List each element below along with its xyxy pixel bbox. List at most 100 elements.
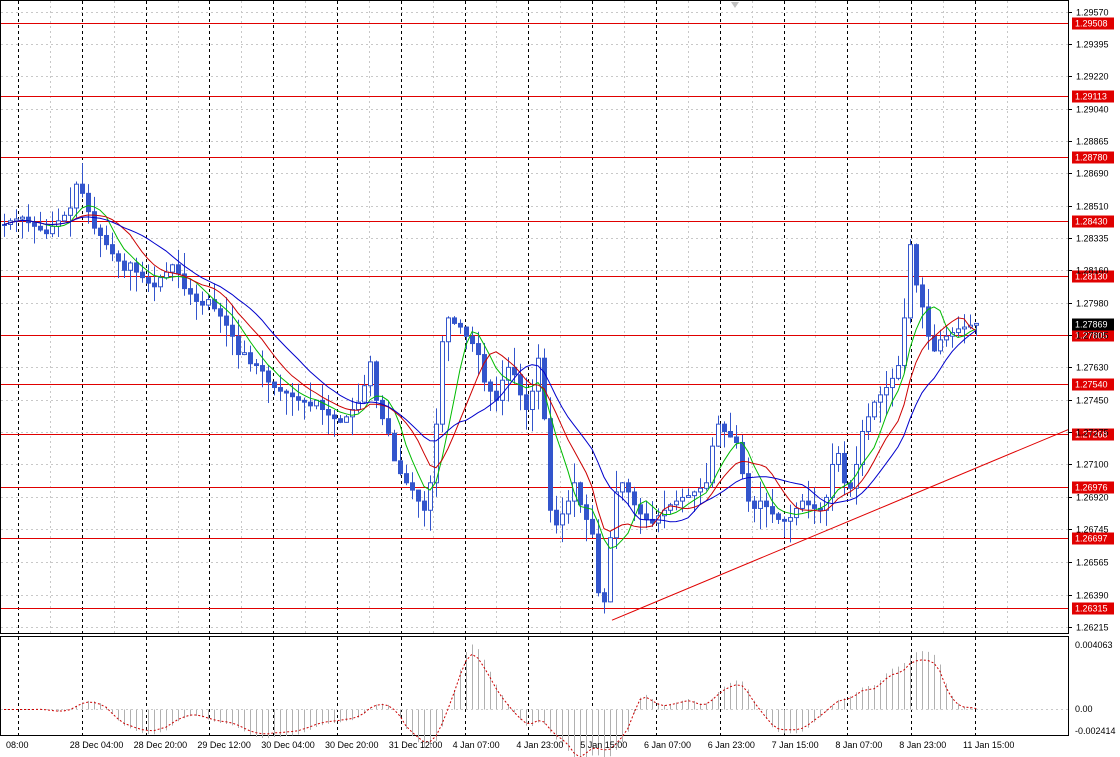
candle-body: [476, 343, 481, 356]
time-tick-label: 7 Jan 15:00: [772, 740, 819, 750]
candle-body: [362, 385, 367, 403]
candle-body: [806, 500, 811, 506]
candle-body: [704, 482, 709, 489]
candle-body: [248, 352, 253, 365]
price-tick-label: 1.27275: [1076, 428, 1109, 438]
candle-body: [962, 326, 967, 330]
candle-body: [866, 416, 871, 432]
osc-tick-bottom: -0.002414: [1075, 726, 1116, 736]
price-tick-label: 1.28865: [1076, 137, 1109, 147]
candle-body: [548, 418, 553, 511]
candle-body: [812, 504, 817, 509]
level-tag-label: 1.26697: [1075, 534, 1108, 544]
candle-body: [128, 262, 133, 271]
candle-body: [188, 288, 193, 295]
price-tick-label: 1.27450: [1076, 396, 1109, 406]
candle-body: [956, 328, 961, 334]
candle-body: [710, 445, 715, 484]
candle-body: [164, 271, 169, 279]
time-tick-label: 28 Dec 04:00: [70, 740, 124, 750]
candle-body: [122, 260, 127, 271]
candle-body: [884, 387, 889, 396]
candle-body: [692, 491, 697, 497]
price-tick-label: 1.26745: [1076, 525, 1109, 535]
time-tick-label: 6 Jan 07:00: [644, 740, 691, 750]
candle-body: [938, 339, 943, 352]
candle-body: [728, 430, 733, 438]
candle-body: [908, 244, 913, 319]
candle-body: [224, 315, 229, 326]
candle-body: [644, 513, 649, 520]
time-tick-label: 4 Jan 23:00: [516, 740, 563, 750]
candle-body: [764, 500, 769, 508]
candle-body: [782, 518, 787, 522]
candle-body: [890, 377, 895, 389]
price-tick-label: 1.26920: [1076, 493, 1109, 503]
candle-body: [422, 500, 427, 511]
level-tag-label: 1.29113: [1075, 92, 1107, 102]
time-tick-label: 08:00: [6, 740, 29, 750]
candle-body: [836, 452, 841, 465]
time-tick-label: 6 Jan 23:00: [708, 740, 755, 750]
candle-body: [794, 507, 799, 519]
time-tick-label: 30 Dec 04:00: [261, 740, 315, 750]
candle-body: [554, 509, 559, 526]
price-tick-label: 1.28510: [1076, 202, 1109, 212]
candle-body: [308, 401, 313, 407]
level-tag-label: 1.29508: [1075, 19, 1108, 29]
candle-body: [272, 381, 277, 389]
candle-body: [926, 306, 931, 337]
candle-body: [20, 216, 25, 220]
candle-body: [194, 293, 199, 302]
candle-body: [770, 506, 775, 515]
price-tick-label: 1.28690: [1076, 169, 1109, 179]
candle-body: [380, 399, 385, 420]
candle-body: [578, 482, 583, 506]
candle-body: [458, 322, 463, 328]
time-axis: 08:00 28 Dec 04:00 28 Dec 20:00 29 Dec 12:0…: [6, 740, 1014, 750]
candle-body: [62, 214, 67, 222]
price-tick-label: 1.27980: [1076, 299, 1109, 309]
candle-body: [734, 436, 739, 443]
candle-body: [680, 496, 685, 502]
candle-body: [392, 432, 397, 462]
candle-body: [470, 335, 475, 345]
price-tick-label: 1.26565: [1076, 558, 1109, 568]
price-tick-label: 1.28160: [1076, 266, 1109, 276]
price-tick-label: 1.29040: [1076, 105, 1109, 115]
candle-body: [500, 379, 505, 401]
candle-body: [632, 491, 637, 506]
candle-body: [44, 229, 49, 235]
candle-body: [236, 335, 241, 356]
level-tag-label: 1.26976: [1075, 483, 1108, 493]
candle-body: [524, 394, 529, 411]
candle-body: [302, 399, 307, 403]
price-chart[interactable]: 1.295081.291131.287801.284301.281301.278…: [0, 0, 1120, 757]
candle-body: [974, 322, 979, 326]
level-tag-label: 1.26315: [1075, 604, 1108, 614]
candle-body: [590, 518, 595, 535]
level-tag-label: 1.28780: [1075, 153, 1108, 163]
candle-body: [620, 482, 625, 493]
candle-body: [776, 513, 781, 520]
candle-body: [686, 495, 691, 498]
price-tick-label: 1.29570: [1076, 8, 1109, 18]
candle-body: [788, 517, 793, 522]
time-tick-label: 4 Jan 07:00: [453, 740, 500, 750]
candle-body: [374, 361, 379, 401]
time-tick-label: 8 Jan 23:00: [899, 740, 946, 750]
candle-body: [218, 308, 223, 317]
candle-body: [32, 222, 37, 227]
candle-body: [86, 192, 91, 213]
candle-body: [914, 244, 919, 286]
candle-body: [464, 326, 469, 337]
candle-body: [626, 482, 631, 493]
candle-body: [902, 317, 907, 367]
candle-body: [752, 500, 757, 509]
osc-tick-zero: 0.00: [1075, 704, 1093, 714]
candle-body: [80, 183, 85, 194]
candle-body: [830, 463, 835, 498]
candle-body: [944, 335, 949, 341]
candle-body: [722, 423, 727, 432]
price-tick-label: 1.29220: [1076, 72, 1109, 82]
